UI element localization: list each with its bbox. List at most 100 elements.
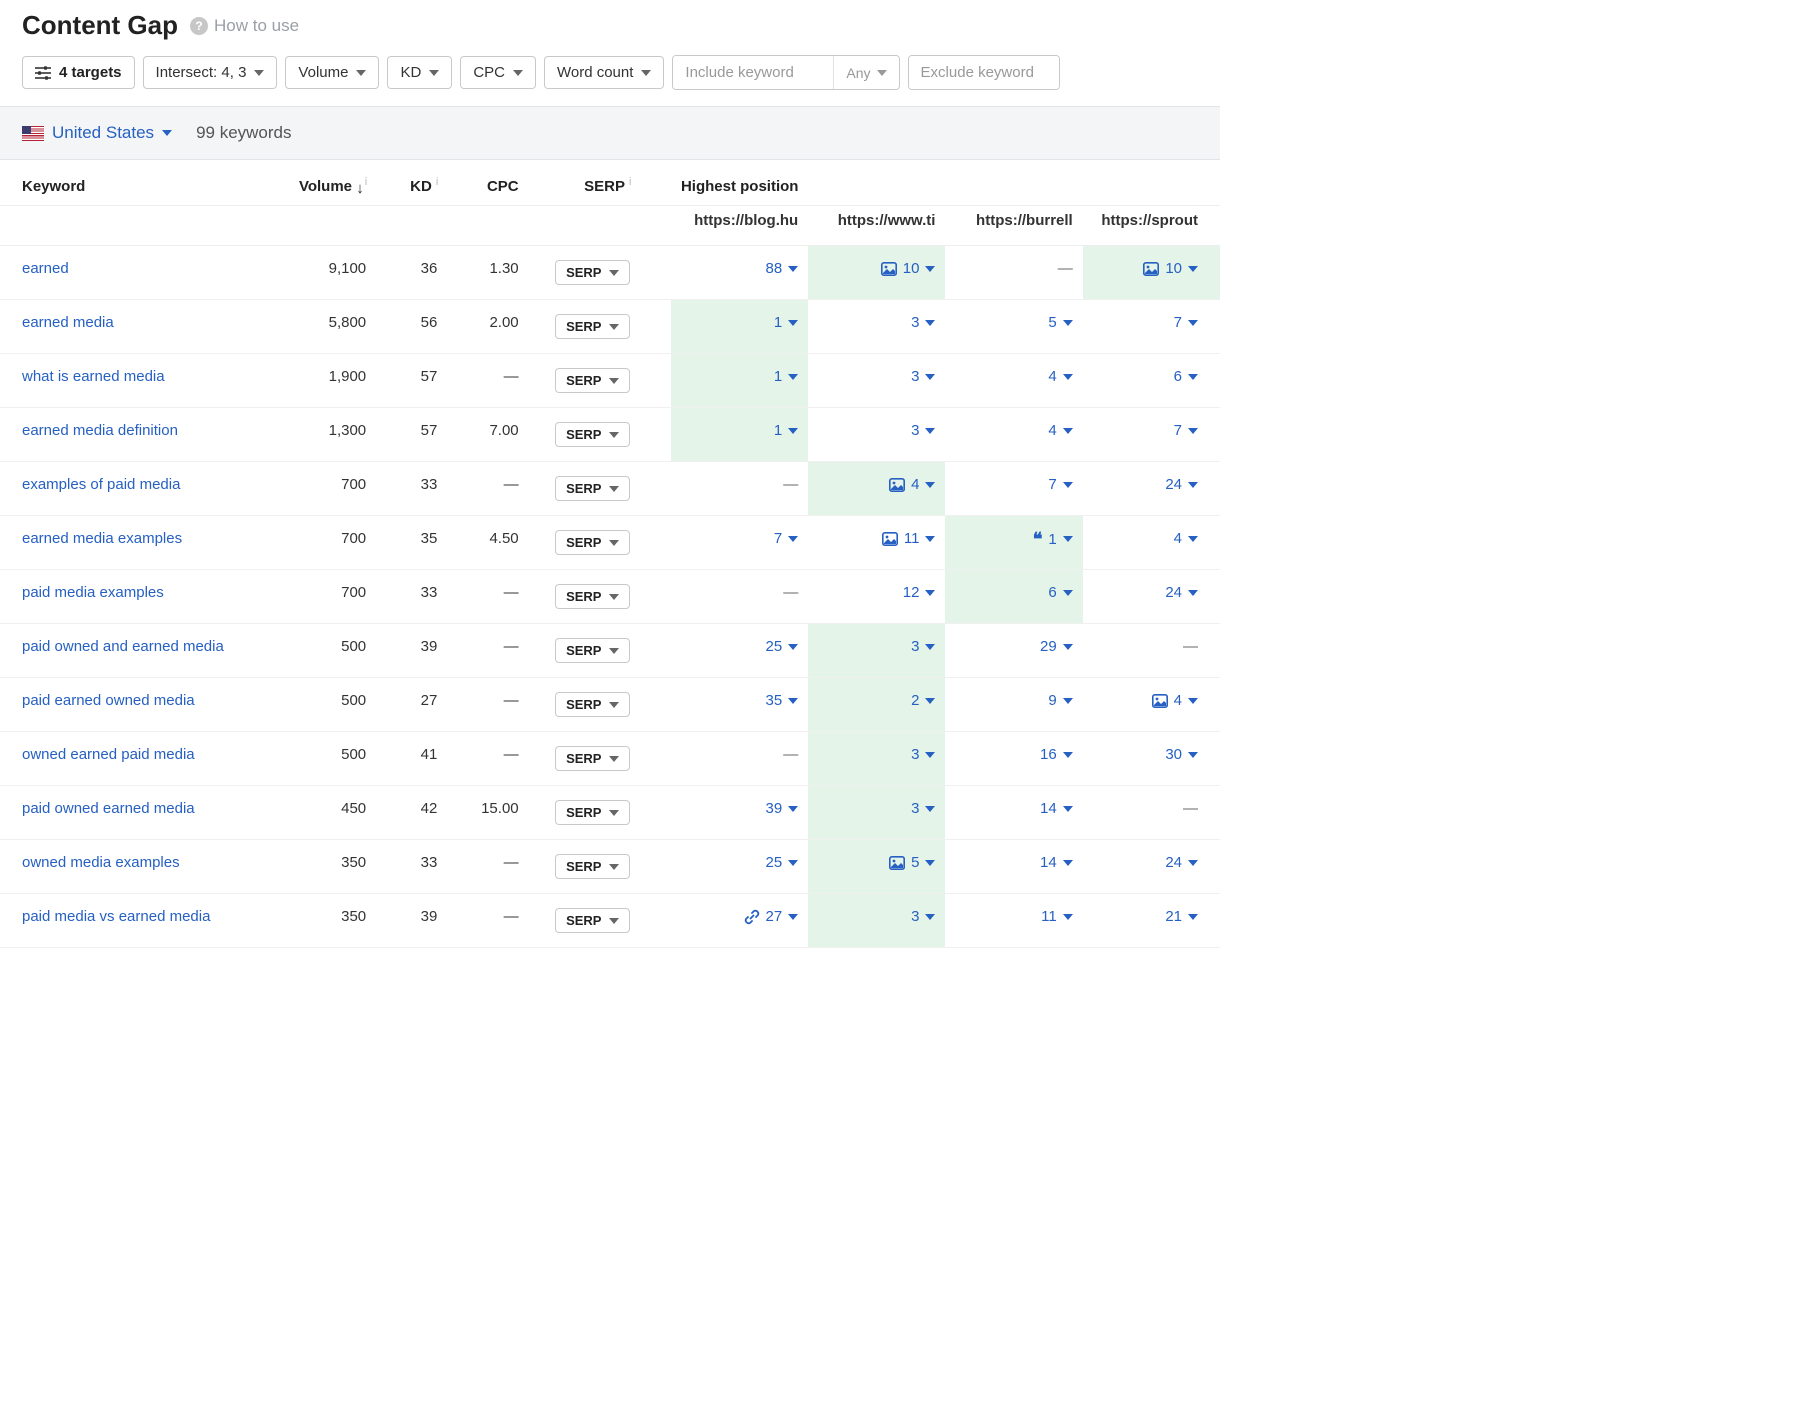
position-value[interactable]: 1	[1048, 531, 1056, 548]
site-col-3[interactable]: https://sprout	[1083, 206, 1220, 246]
position-value[interactable]: 11	[904, 530, 920, 547]
position-value[interactable]: 3	[911, 368, 919, 385]
col-serp[interactable]: SERP i	[529, 160, 641, 206]
position-value[interactable]: 21	[1165, 908, 1182, 925]
keyword-link[interactable]: earned media examples	[22, 530, 182, 547]
position-value[interactable]: 12	[903, 584, 920, 601]
position-value[interactable]: 24	[1165, 584, 1182, 601]
position-value[interactable]: 88	[766, 260, 783, 277]
position-value[interactable]: 6	[1048, 584, 1056, 601]
col-kd[interactable]: KD i	[376, 160, 447, 206]
col-cpc[interactable]: CPC	[447, 160, 528, 206]
info-icon[interactable]: i	[626, 176, 632, 188]
position-value[interactable]: 3	[911, 908, 919, 925]
serp-button[interactable]: SERP	[555, 908, 630, 933]
keyword-link[interactable]: paid earned owned media	[22, 692, 195, 709]
position-value[interactable]: 1	[774, 422, 782, 439]
position-value[interactable]: 7	[774, 530, 782, 547]
position-value[interactable]: 7	[1174, 422, 1182, 439]
position-value[interactable]: 29	[1040, 638, 1057, 655]
serp-button[interactable]: SERP	[555, 584, 630, 609]
site-col-1[interactable]: https://www.ti	[808, 206, 945, 246]
kd-cell: 27	[376, 678, 447, 732]
keyword-link[interactable]: examples of paid media	[22, 476, 180, 493]
position-value[interactable]: 3	[911, 800, 919, 817]
include-match-mode[interactable]: Any	[834, 56, 898, 89]
position-value[interactable]: 10	[1165, 260, 1182, 277]
position-value[interactable]: 39	[766, 800, 783, 817]
targets-button[interactable]: 4 targets	[22, 56, 135, 89]
position-value[interactable]: 5	[911, 854, 919, 871]
keyword-link[interactable]: earned media definition	[22, 422, 178, 439]
serp-button[interactable]: SERP	[555, 638, 630, 663]
keyword-link[interactable]: paid owned and earned media	[22, 638, 224, 655]
position-value[interactable]: 1	[774, 368, 782, 385]
position-value[interactable]: 3	[911, 746, 919, 763]
serp-button[interactable]: SERP	[555, 530, 630, 555]
info-icon[interactable]: i	[433, 176, 439, 188]
kd-filter[interactable]: KD	[387, 56, 452, 89]
include-keyword-input[interactable]	[673, 56, 833, 89]
how-to-use-link[interactable]: ? How to use	[190, 16, 299, 36]
col-keyword[interactable]: Keyword	[0, 160, 275, 206]
site-col-0[interactable]: https://blog.hu	[671, 206, 808, 246]
position-value[interactable]: 4	[1048, 422, 1056, 439]
position-value[interactable]: 27	[766, 908, 783, 925]
position-value[interactable]: 24	[1165, 476, 1182, 493]
keyword-link[interactable]: paid owned earned media	[22, 800, 195, 817]
intersect-filter[interactable]: Intersect: 4, 3	[143, 56, 278, 89]
position-value[interactable]: 4	[1048, 368, 1056, 385]
position-value[interactable]: 14	[1040, 854, 1057, 871]
position-value[interactable]: 3	[911, 422, 919, 439]
position-value[interactable]: 10	[903, 260, 920, 277]
site-col-2[interactable]: https://burrell	[945, 206, 1082, 246]
word-count-filter[interactable]: Word count	[544, 56, 664, 89]
keyword-link[interactable]: owned earned paid media	[22, 746, 195, 763]
position-value[interactable]: 16	[1040, 746, 1057, 763]
position-value[interactable]: 4	[1174, 530, 1182, 547]
position-value[interactable]: 5	[1048, 314, 1056, 331]
keyword-link[interactable]: earned media	[22, 314, 114, 331]
serp-button[interactable]: SERP	[555, 746, 630, 771]
cpc-cell: —	[447, 570, 528, 624]
position-value[interactable]: 6	[1174, 368, 1182, 385]
position-value[interactable]: 14	[1040, 800, 1057, 817]
position-value[interactable]: 30	[1165, 746, 1182, 763]
keyword-link[interactable]: owned media examples	[22, 854, 180, 871]
volume-filter[interactable]: Volume	[285, 56, 379, 89]
position-value[interactable]: 3	[911, 314, 919, 331]
cpc-filter[interactable]: CPC	[460, 56, 536, 89]
serp-button[interactable]: SERP	[555, 368, 630, 393]
serp-button[interactable]: SERP	[555, 422, 630, 447]
exclude-keyword-input[interactable]	[909, 56, 1059, 89]
position-cell: —	[671, 462, 808, 516]
position-value[interactable]: 24	[1165, 854, 1182, 871]
serp-button[interactable]: SERP	[555, 260, 630, 285]
position-value[interactable]: 7	[1048, 476, 1056, 493]
chevron-down-icon	[788, 644, 798, 650]
position-value[interactable]: 3	[911, 638, 919, 655]
serp-button[interactable]: SERP	[555, 476, 630, 501]
position-value[interactable]: 25	[766, 638, 783, 655]
info-icon[interactable]: i	[365, 176, 367, 188]
position-value[interactable]: 11	[1041, 908, 1057, 925]
keyword-link[interactable]: paid media examples	[22, 584, 164, 601]
position-value[interactable]: 7	[1174, 314, 1182, 331]
position-value[interactable]: 9	[1048, 692, 1056, 709]
serp-button[interactable]: SERP	[555, 800, 630, 825]
position-value[interactable]: 4	[1174, 692, 1182, 709]
position-value[interactable]: 2	[911, 692, 919, 709]
position-value[interactable]: 35	[766, 692, 783, 709]
keyword-link[interactable]: paid media vs earned media	[22, 908, 210, 925]
position-value[interactable]: 4	[911, 476, 919, 493]
image-pack-icon	[889, 856, 905, 870]
country-selector[interactable]: United States	[22, 123, 172, 143]
keyword-link[interactable]: what is earned media	[22, 368, 165, 385]
serp-button[interactable]: SERP	[555, 692, 630, 717]
serp-button[interactable]: SERP	[555, 854, 630, 879]
position-value[interactable]: 1	[774, 314, 782, 331]
keyword-link[interactable]: earned	[22, 260, 69, 277]
serp-button[interactable]: SERP	[555, 314, 630, 339]
position-value[interactable]: 25	[766, 854, 783, 871]
col-volume[interactable]: Volume ↓i	[275, 160, 377, 206]
